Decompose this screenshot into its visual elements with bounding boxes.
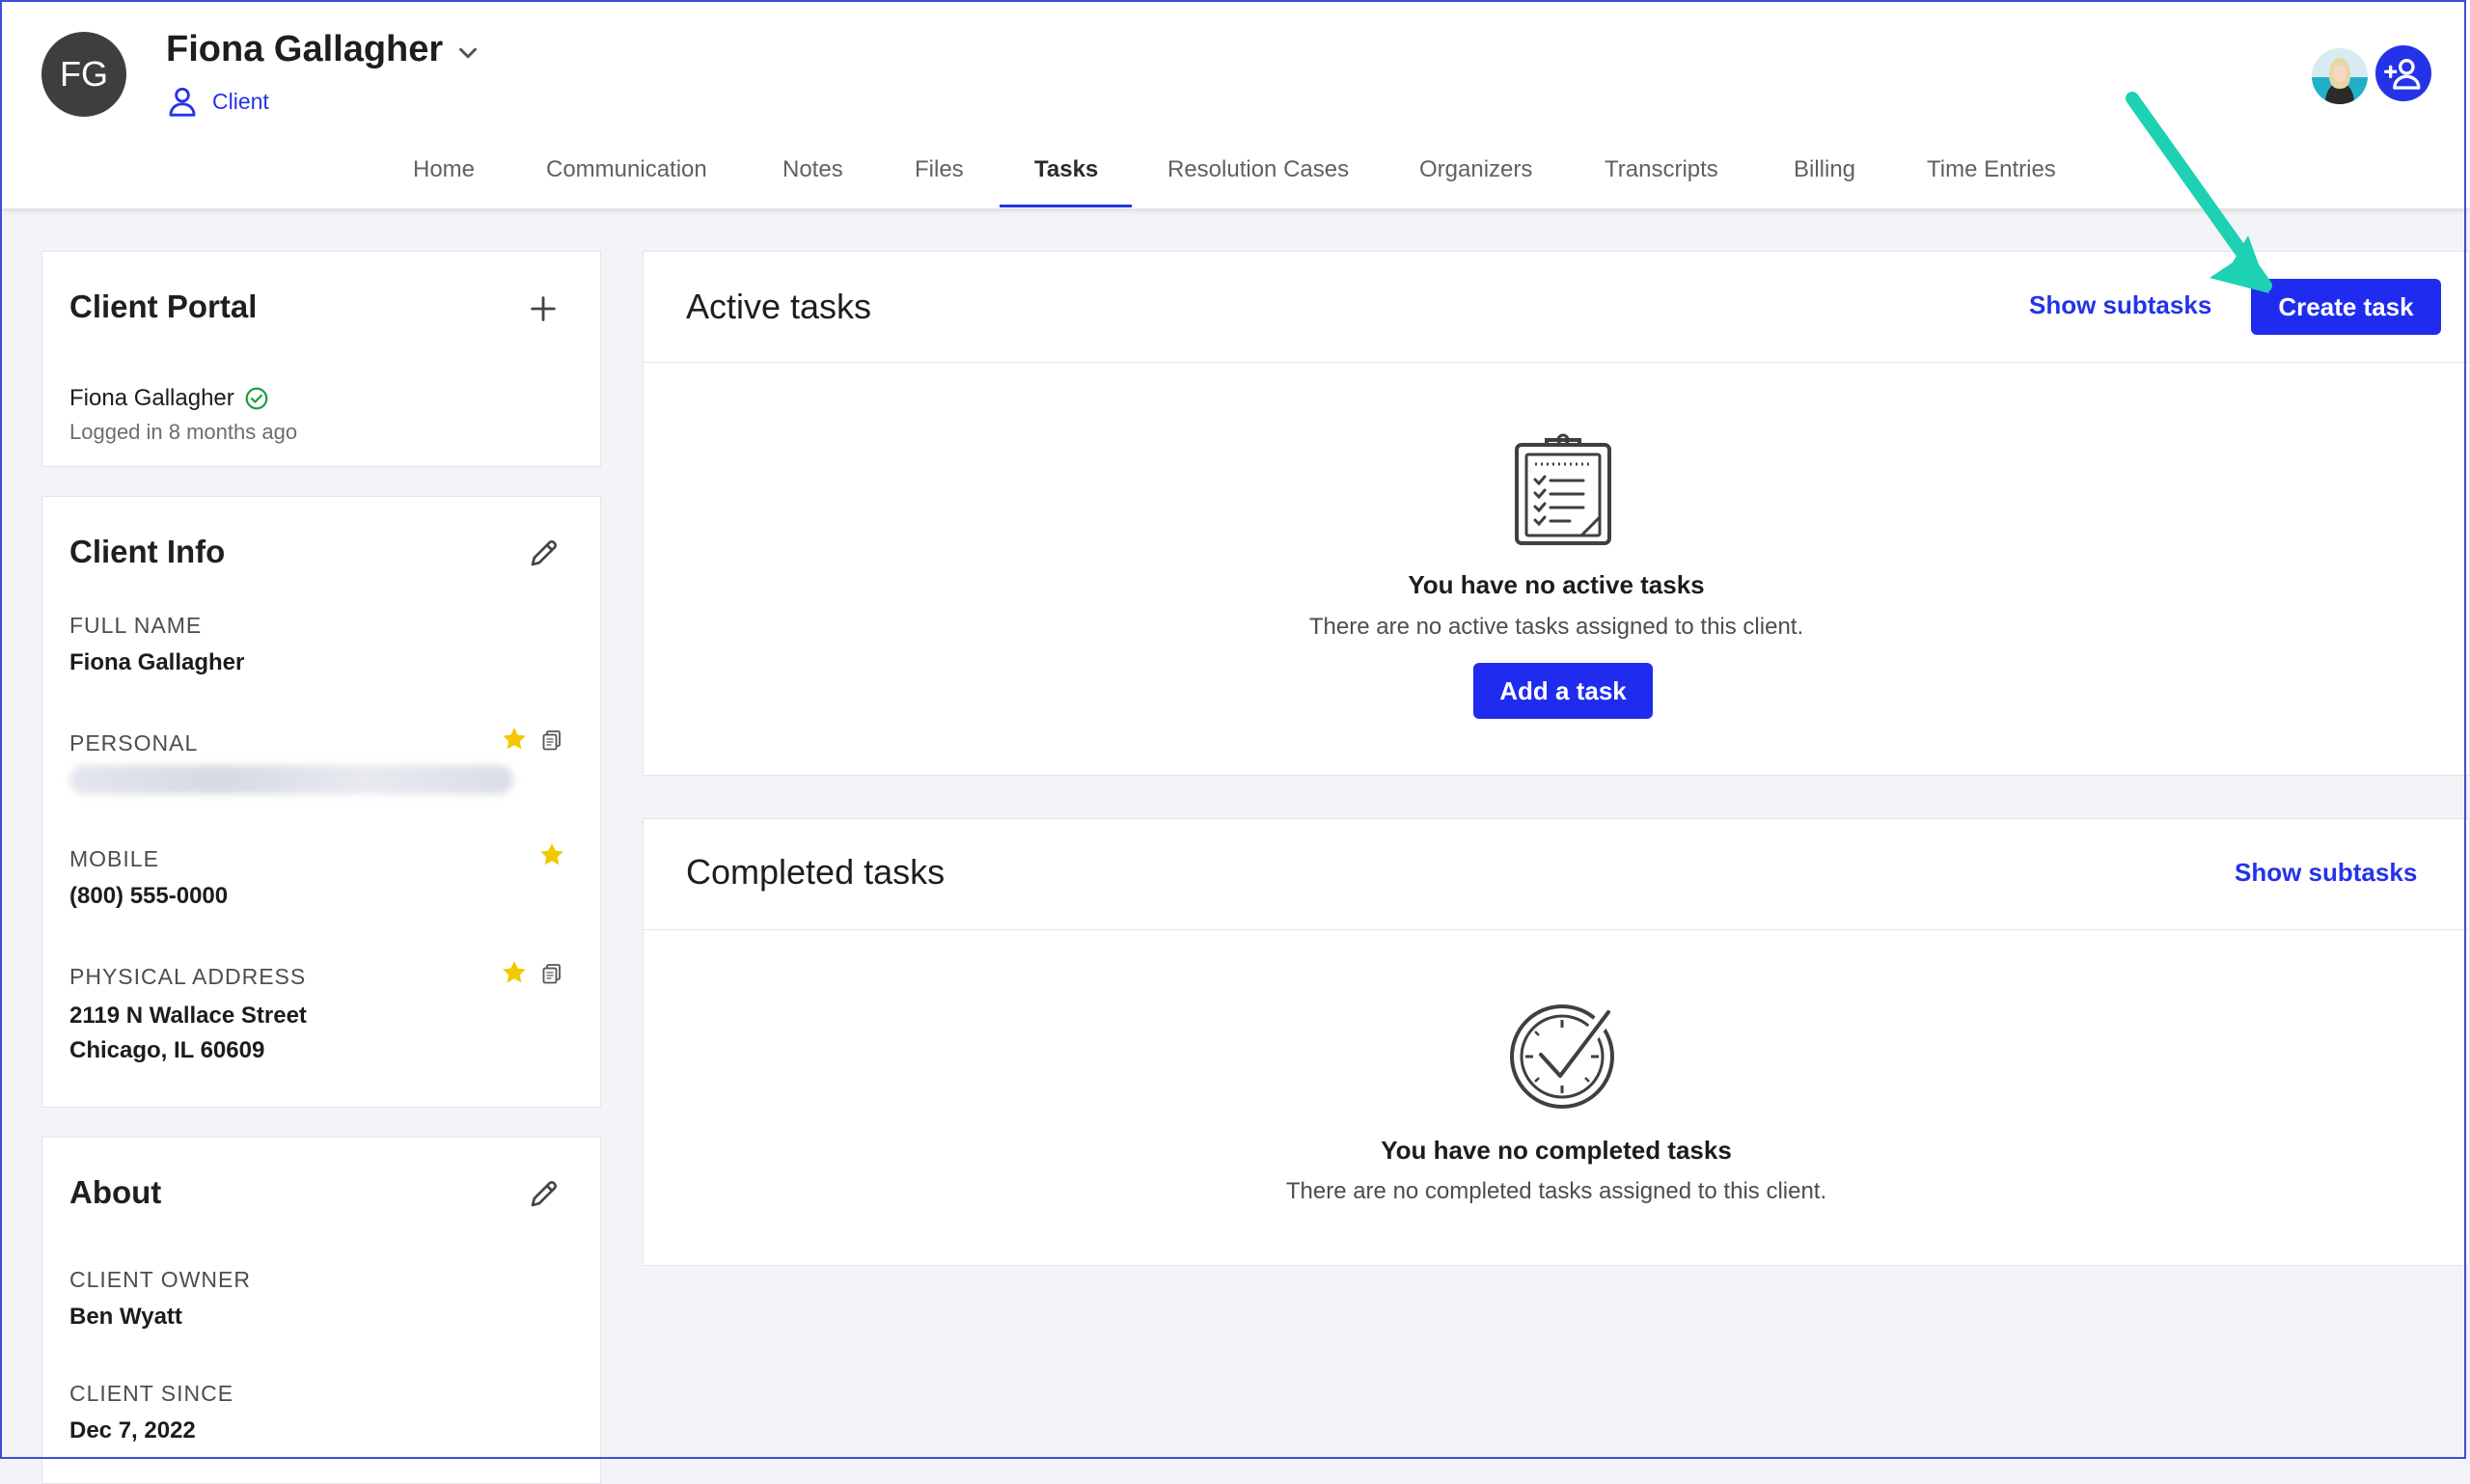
client-portal-card: Client Portal Fiona Gallagher Logged in … bbox=[41, 251, 601, 467]
add-user-button[interactable] bbox=[2375, 45, 2431, 101]
plus-icon[interactable] bbox=[527, 292, 560, 325]
tab-files[interactable]: Files bbox=[915, 156, 964, 183]
client-since-value: Dec 7, 2022 bbox=[69, 1417, 196, 1443]
completed-tasks-divider bbox=[644, 929, 2469, 930]
mobile-value: (800) 555-0000 bbox=[69, 883, 229, 909]
client-owner-value: Ben Wyatt bbox=[69, 1304, 182, 1330]
personal-email-label: PERSONAL bbox=[69, 730, 199, 756]
person-outline-icon bbox=[169, 87, 196, 117]
pencil-icon[interactable] bbox=[527, 536, 562, 570]
portal-user-name: Fiona Gallagher bbox=[69, 385, 234, 411]
client-info-card: Client Info FULL NAME Fiona Gallagher PE… bbox=[41, 496, 601, 1108]
client-header: FG Fiona Gallagher Client Home Communica… bbox=[0, 0, 2470, 208]
user-avatar[interactable] bbox=[2312, 48, 2368, 104]
client-role-label: Client bbox=[212, 88, 269, 114]
clipboard-checklist-icon bbox=[1515, 433, 1611, 545]
address-line2: Chicago, IL 60609 bbox=[69, 1037, 265, 1063]
active-tasks-panel: Active tasks Show subtasks Create task Y… bbox=[643, 251, 2470, 776]
check-circle-icon bbox=[245, 387, 268, 410]
completed-show-subtasks-link[interactable]: Show subtasks bbox=[2235, 858, 2417, 888]
avatar-initials: FG bbox=[60, 54, 108, 94]
completed-tasks-panel: Completed tasks Show subtasks You have n… bbox=[643, 818, 2470, 1266]
tab-tasks[interactable]: Tasks bbox=[1034, 156, 1098, 183]
client-info-title: Client Info bbox=[69, 534, 226, 569]
portal-user-row: Fiona Gallagher bbox=[69, 385, 269, 412]
tab-time-entries[interactable]: Time Entries bbox=[1927, 156, 2056, 183]
about-card: About CLIENT OWNER Ben Wyatt CLIENT SINC… bbox=[41, 1137, 601, 1484]
active-empty-title: You have no active tasks bbox=[1408, 570, 1705, 599]
active-empty-subtitle: There are no active tasks assigned to th… bbox=[1308, 614, 1804, 640]
mobile-label: MOBILE bbox=[69, 846, 159, 871]
client-name: Fiona Gallagher bbox=[166, 29, 444, 69]
client-nav-tabs: Home Communication Notes Files Tasks Res… bbox=[0, 154, 2470, 208]
client-avatar: FG bbox=[41, 32, 126, 117]
tab-home[interactable]: Home bbox=[413, 156, 475, 183]
physical-address-label: PHYSICAL ADDRESS bbox=[69, 964, 307, 989]
full-name-value: Fiona Gallagher bbox=[69, 649, 245, 675]
client-portal-title: Client Portal bbox=[69, 289, 258, 324]
chevron-down-icon[interactable] bbox=[453, 39, 482, 68]
client-role: Client bbox=[166, 85, 269, 118]
star-icon[interactable] bbox=[537, 840, 566, 869]
annotation-arrow bbox=[2126, 92, 2272, 293]
client-since-label: CLIENT SINCE bbox=[69, 1381, 234, 1406]
pencil-icon[interactable] bbox=[527, 1176, 562, 1211]
client-owner-label: CLIENT OWNER bbox=[69, 1267, 251, 1292]
address-line1: 2119 N Wallace Street bbox=[69, 1003, 307, 1029]
star-icon[interactable] bbox=[500, 725, 529, 754]
full-name-label: FULL NAME bbox=[69, 613, 203, 638]
about-title: About bbox=[69, 1174, 162, 1210]
copy-icon[interactable] bbox=[540, 962, 563, 985]
active-tab-indicator bbox=[1000, 205, 1132, 207]
personal-email-redacted bbox=[69, 765, 513, 794]
copy-icon[interactable] bbox=[540, 728, 563, 752]
tab-communication[interactable]: Communication bbox=[546, 156, 707, 183]
completed-tasks-title: Completed tasks bbox=[686, 852, 946, 892]
tab-transcripts[interactable]: Transcripts bbox=[1605, 156, 1718, 183]
active-tasks-title: Active tasks bbox=[686, 287, 872, 326]
completed-empty-title: You have no completed tasks bbox=[1381, 1136, 1732, 1165]
tab-billing[interactable]: Billing bbox=[1794, 156, 1855, 183]
add-user-icon bbox=[2384, 58, 2421, 90]
portal-last-login: Logged in 8 months ago bbox=[69, 420, 298, 444]
tab-organizers[interactable]: Organizers bbox=[1419, 156, 1532, 183]
check-badge-icon bbox=[1510, 1004, 1616, 1109]
star-icon[interactable] bbox=[500, 958, 529, 987]
tab-resolution-cases[interactable]: Resolution Cases bbox=[1167, 156, 1349, 183]
completed-empty-subtitle: There are no completed tasks assigned to… bbox=[1285, 1178, 1827, 1204]
active-tasks-divider bbox=[644, 362, 2469, 363]
tab-notes[interactable]: Notes bbox=[782, 156, 843, 183]
add-task-button[interactable]: Add a task bbox=[1473, 663, 1653, 719]
user-photo-icon bbox=[2312, 48, 2368, 104]
